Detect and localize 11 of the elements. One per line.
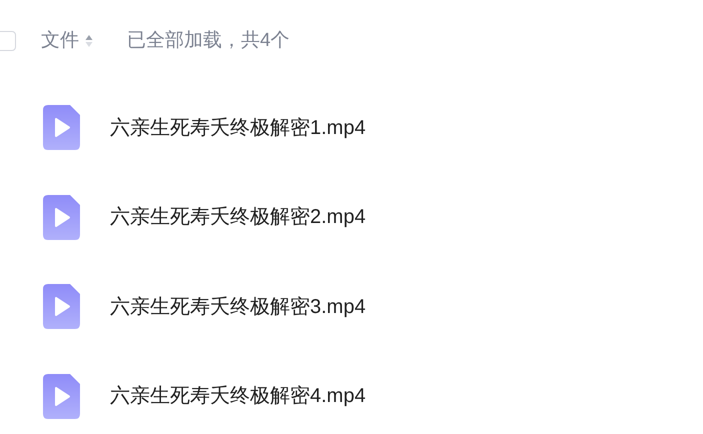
file-name[interactable]: 六亲生死寿夭终极解密3.mp4	[110, 292, 366, 322]
file-name[interactable]: 六亲生死寿夭终极解密1.mp4	[110, 112, 366, 143]
video-file-icon	[43, 284, 80, 330]
file-column-sort[interactable]: 文件	[41, 26, 93, 56]
file-name[interactable]: 六亲生死寿夭终极解密2.mp4	[110, 202, 366, 232]
video-file-icon	[43, 374, 80, 419]
video-file-icon	[43, 194, 80, 240]
select-all-checkbox[interactable]	[0, 31, 16, 51]
video-file-icon	[43, 105, 80, 150]
file-name[interactable]: 六亲生死寿夭终极解密4.mp4	[110, 381, 366, 412]
load-status: 已全部加载，共4个	[127, 28, 290, 53]
